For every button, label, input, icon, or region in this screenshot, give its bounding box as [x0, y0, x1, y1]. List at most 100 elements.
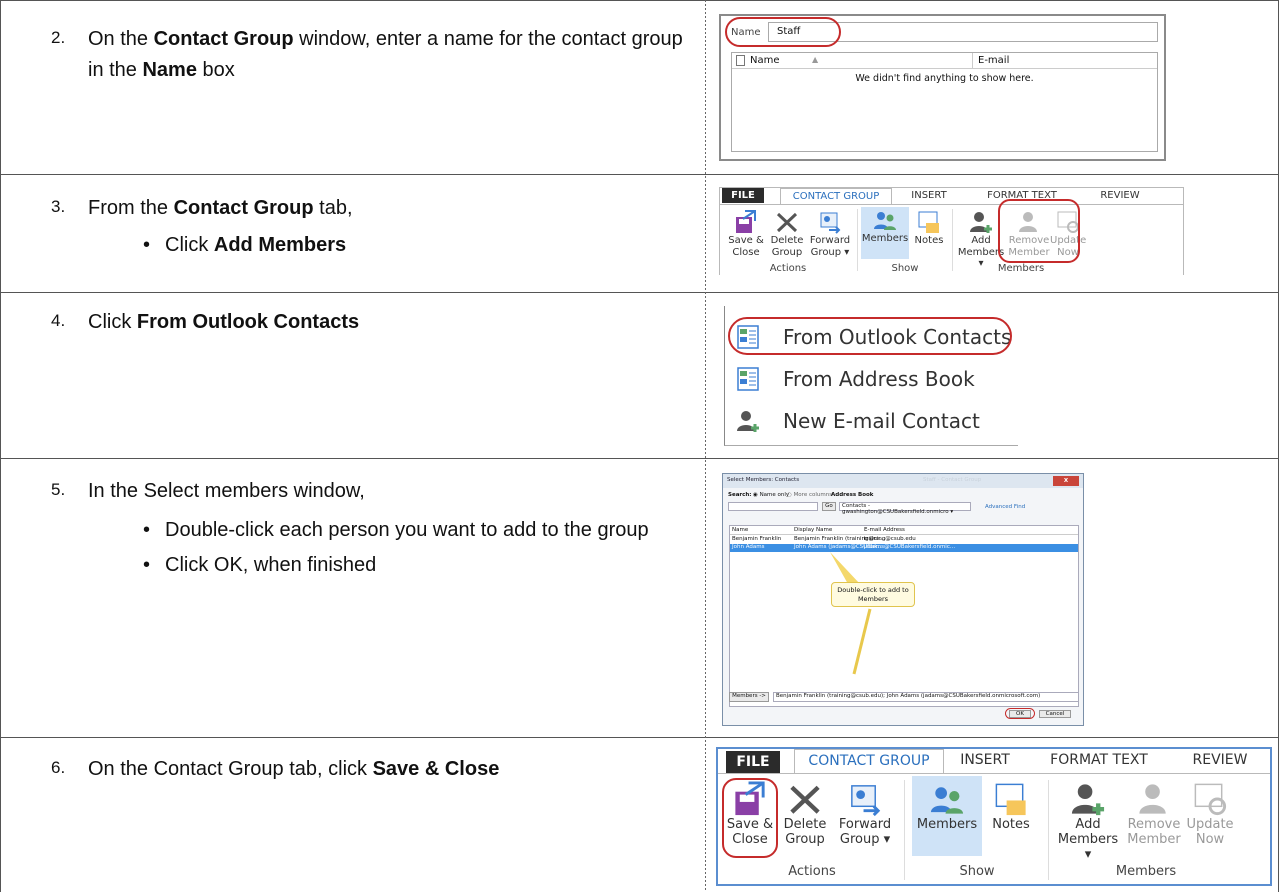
- radio-more-columns[interactable]: ○ More columns: [787, 492, 832, 498]
- double-click-callout: Double-click to add to Members: [831, 582, 915, 607]
- list-item: Click OK, when finished: [143, 550, 688, 581]
- advanced-find-link[interactable]: Advanced Find: [985, 504, 1025, 510]
- ribbon-body: Save & Close Delete Group Forward Group …: [718, 773, 1270, 884]
- update-now-label-1: Update: [1186, 817, 1234, 832]
- add-members-menu-screenshot: From Outlook Contacts From Address Book …: [724, 306, 1018, 446]
- tab-insert[interactable]: INSERT: [950, 749, 1020, 771]
- save-close-icon: [736, 210, 756, 233]
- sort-up-icon: ▲: [812, 55, 819, 64]
- contact-group-window-screenshot: Name Staff Name ▲ E-mail We didn't find …: [719, 14, 1166, 161]
- add-members-label-2: Members ▾: [1057, 831, 1119, 862]
- delete-group-button[interactable]: Delete Group: [768, 209, 806, 258]
- list-item: Double-click each person you want to add…: [143, 515, 663, 546]
- go-button[interactable]: Go: [822, 502, 836, 511]
- tab-review[interactable]: REVIEW: [1090, 188, 1150, 203]
- address-book-select[interactable]: Contacts - gwashington@CSUBakersfield.on…: [839, 502, 971, 515]
- step-instruction: Click From Outlook Contacts: [88, 307, 688, 338]
- callout-pointer: [830, 552, 872, 675]
- group-label-actions: Actions: [788, 864, 836, 879]
- members-icon: [874, 212, 896, 230]
- delete-group-label-2: Group: [785, 831, 825, 847]
- select-members-dialog-screenshot: Select Members: Contacts Staff - Contact…: [722, 473, 1084, 726]
- search-input[interactable]: [728, 502, 818, 511]
- save-close-button[interactable]: Save & Close: [726, 209, 766, 258]
- column-header-name[interactable]: Name: [750, 55, 780, 66]
- grid-header: Name ▲ E-mail: [732, 53, 1157, 69]
- forward-group-label-1: Forward: [838, 817, 892, 832]
- tab-file[interactable]: FILE: [722, 188, 764, 203]
- delete-x-icon: [790, 785, 820, 814]
- members-grid: Name ▲ E-mail We didn't find anything to…: [731, 52, 1158, 152]
- tab-contact-group[interactable]: CONTACT GROUP: [780, 188, 892, 205]
- tab-file[interactable]: FILE: [726, 751, 780, 773]
- search-label: Search:: [728, 492, 752, 498]
- members-field[interactable]: Benjamin Franklin (training@csub.edu); J…: [773, 692, 1079, 702]
- step-number: 2.: [51, 28, 66, 47]
- notes-icon: [918, 211, 939, 233]
- delete-group-label-2: Group: [771, 246, 803, 258]
- save-close-label-1: Save &: [728, 235, 764, 246]
- remove-member-button[interactable]: Remove Member: [1124, 780, 1184, 848]
- add-members-button[interactable]: Add Members ▾: [1054, 780, 1122, 863]
- column-header-email[interactable]: E-mail: [978, 55, 1009, 66]
- dialog-title: Select Members: Contacts: [727, 477, 800, 483]
- update-now-button[interactable]: Update Now: [1184, 780, 1236, 848]
- step-number: 3.: [51, 197, 66, 216]
- step-instruction: On the Contact Group tab, click Save & C…: [88, 754, 688, 785]
- add-member-icon: [970, 212, 992, 233]
- update-now-label-2: Now: [1195, 831, 1225, 847]
- menu-item-label: New E-mail Contact: [783, 409, 980, 433]
- delete-group-label-1: Delete: [770, 235, 804, 246]
- save-close-label-2: Close: [732, 246, 760, 258]
- step-number: 6.: [51, 758, 66, 777]
- ghost-window-title: Staff - Contact Group: [923, 477, 982, 483]
- text: From the: [88, 197, 174, 219]
- tab-insert[interactable]: INSERT: [904, 188, 954, 203]
- group-label-show: Show: [891, 263, 919, 274]
- row-divider: [0, 174, 1279, 175]
- radio-name-only[interactable]: ◉ Name only: [753, 492, 789, 498]
- menu-item-label: From Address Book: [783, 367, 975, 391]
- tab-review[interactable]: REVIEW: [1180, 749, 1260, 771]
- add-member-icon: [1071, 784, 1105, 816]
- members-button[interactable]: Members: [861, 207, 909, 259]
- notes-icon: [995, 783, 1026, 816]
- forward-group-label-1: Forward: [809, 235, 851, 246]
- notes-button[interactable]: Notes: [984, 780, 1038, 833]
- text: box: [196, 59, 235, 81]
- text: tab,: [313, 197, 353, 219]
- group-label-actions: Actions: [769, 263, 807, 274]
- cancel-button[interactable]: Cancel: [1039, 710, 1071, 718]
- tab-contact-group[interactable]: CONTACT GROUP: [794, 749, 944, 774]
- notes-button[interactable]: Notes: [910, 209, 948, 247]
- step-number: 5.: [51, 480, 66, 499]
- text: Click: [165, 234, 214, 256]
- row-divider: [0, 292, 1279, 293]
- remove-member-icon: [1139, 784, 1166, 814]
- group-separator: [857, 209, 858, 271]
- delete-x-icon: [776, 212, 798, 233]
- menu-item-new-email-contact[interactable]: New E-mail Contact: [725, 400, 1015, 440]
- members-arrow-button[interactable]: Members ->: [729, 692, 769, 702]
- forward-group-button[interactable]: Forward Group ▾: [808, 209, 852, 258]
- members-button[interactable]: Members: [912, 776, 982, 856]
- menu-item-from-address-book[interactable]: From Address Book: [725, 358, 1015, 398]
- update-icon: [1194, 783, 1227, 816]
- delete-group-button[interactable]: Delete Group: [778, 780, 832, 848]
- forward-group-button[interactable]: Forward Group ▾: [834, 780, 896, 848]
- ribbon-screenshot-large: FILE CONTACT GROUP INSERT FORMAT TEXT RE…: [716, 747, 1272, 886]
- contacts-list: Name Display Name E-mail Address Benjami…: [729, 525, 1079, 707]
- radio-label: Name only: [759, 492, 790, 498]
- tab-format-text[interactable]: FORMAT TEXT: [1034, 749, 1164, 771]
- row-divider: [0, 458, 1279, 459]
- bold-text: Save & Close: [372, 758, 500, 780]
- bold-text: From Outlook Contacts: [136, 311, 360, 333]
- empty-message: We didn't find anything to show here.: [855, 73, 1034, 84]
- highlight-circle: [1005, 708, 1035, 719]
- highlight-circle: [998, 199, 1080, 263]
- text: Click OK, when finished: [165, 554, 377, 576]
- close-button[interactable]: X: [1053, 476, 1079, 486]
- add-members-label-1: Add: [1075, 817, 1101, 832]
- address-book-label: Address Book: [831, 492, 874, 498]
- text: In the Select members window,: [88, 480, 365, 502]
